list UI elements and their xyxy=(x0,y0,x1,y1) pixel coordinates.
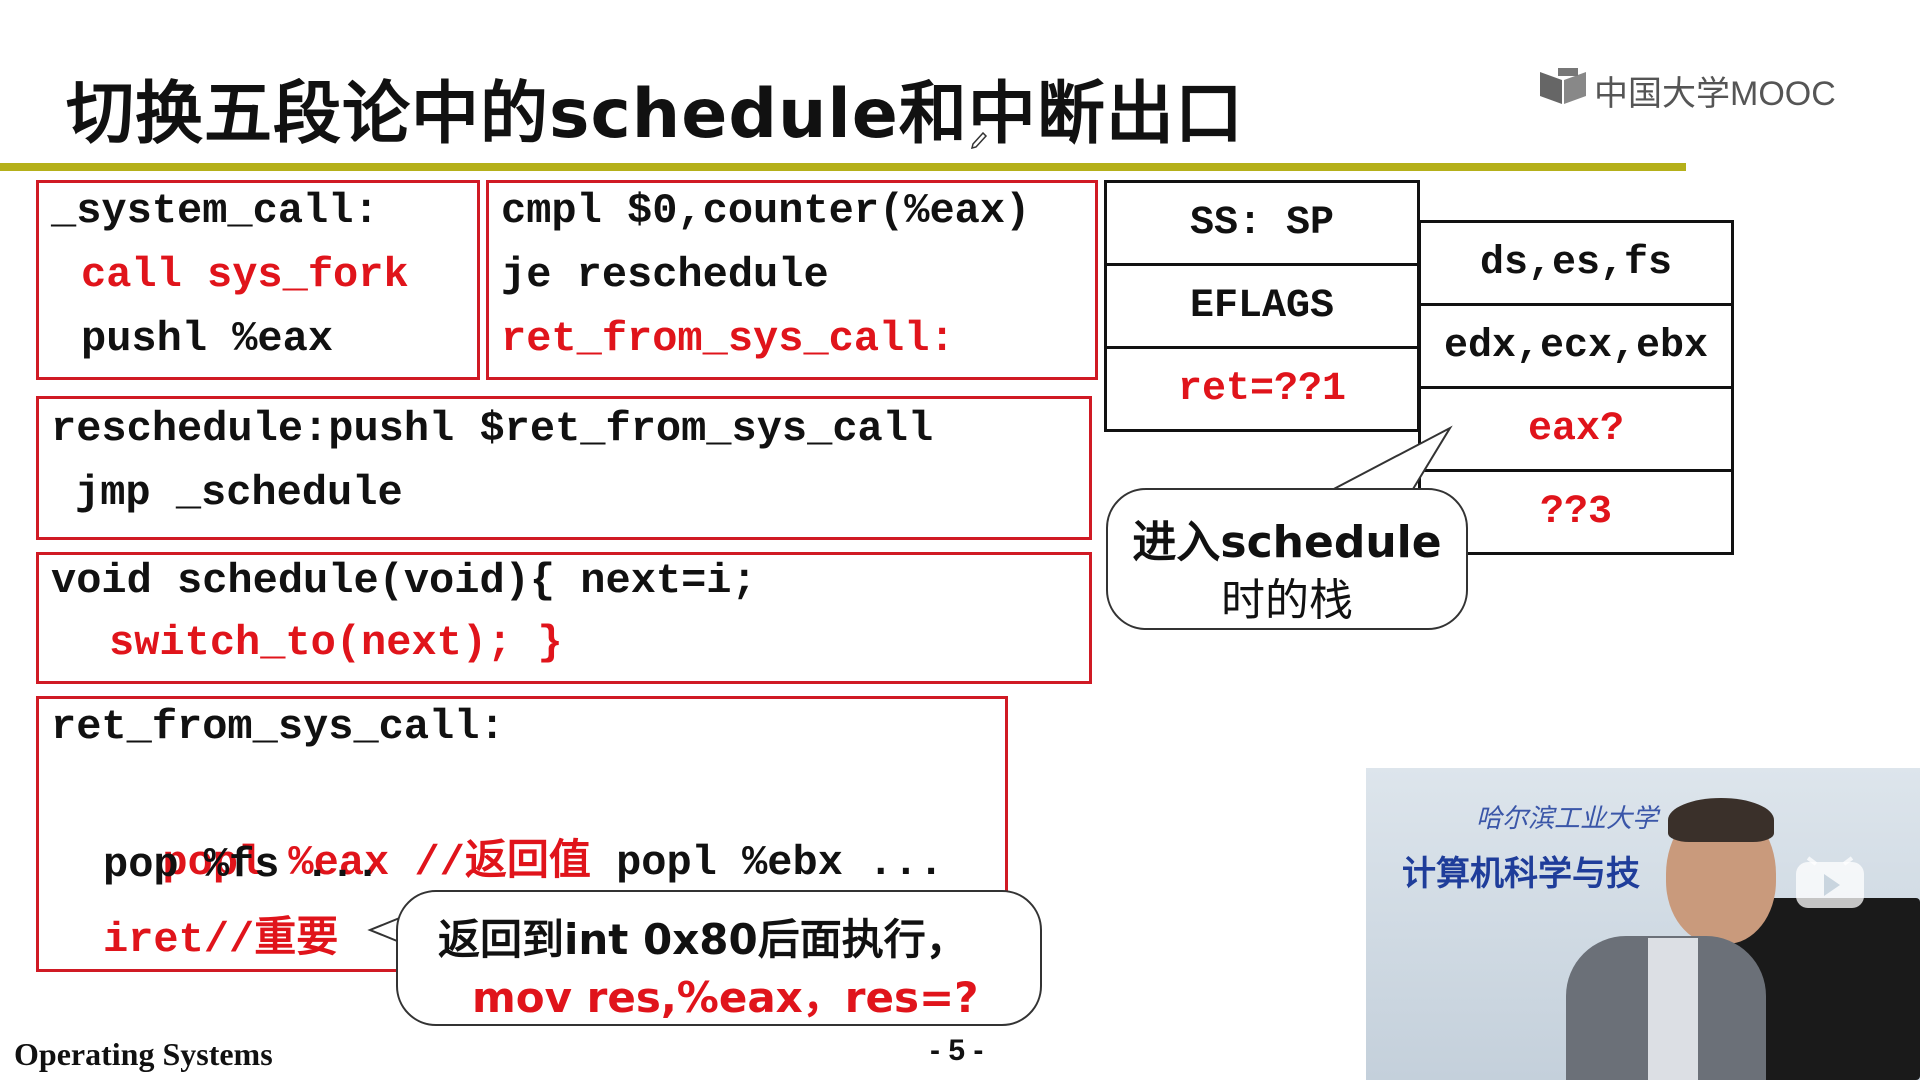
stack-cell: EFLAGS xyxy=(1104,263,1420,349)
mooc-logo: 中国大学MOOC xyxy=(1538,66,1836,115)
schedule-stack-callout: 进入schedule 时的栈 xyxy=(1106,488,1468,630)
code-line: ret_from_sys_call: xyxy=(501,315,955,363)
mooc-logo-icon xyxy=(1538,66,1588,115)
play-icon[interactable] xyxy=(1794,856,1866,912)
code-line: void schedule(void){ next=i; xyxy=(51,557,757,605)
return-note-callout: 返回到int 0x80后面执行， mov res,%eax，res=? xyxy=(396,890,1042,1026)
callout-line: mov res,%eax，res=? xyxy=(472,973,979,1022)
code-line: pop %fs ... xyxy=(103,841,381,889)
lecturer-shirt xyxy=(1648,938,1698,1080)
lecturer-hair xyxy=(1668,798,1774,842)
schedule-box: void schedule(void){ next=i; switch_to(n… xyxy=(36,552,1092,684)
code-line: _system_call: xyxy=(51,187,379,235)
code-line: reschedule:pushl $ret_from_sys_call xyxy=(51,405,934,453)
callout-line: 时的栈 xyxy=(1221,575,1353,626)
code-line: switch_to(next); } xyxy=(109,619,563,667)
title-rule xyxy=(0,163,1686,171)
cmpl-box: cmpl $0,counter(%eax) je reschedule ret_… xyxy=(486,180,1098,380)
popl-ebx-text: popl %ebx ... xyxy=(590,839,944,887)
code-line: call sys_fork xyxy=(81,251,409,299)
code-line: cmpl $0,counter(%eax) xyxy=(501,187,1031,235)
pen-cursor-icon xyxy=(970,131,988,150)
stack-cell: ret=??1 xyxy=(1104,346,1420,432)
code-line: ret_from_sys_call: xyxy=(51,703,505,751)
callout-line: 进入schedule xyxy=(1132,517,1442,568)
code-line: pushl %eax xyxy=(81,315,334,363)
lecturer-video[interactable]: 哈尔滨工业大学 计算机科学与技 xyxy=(1366,768,1920,1080)
footer-course: Operating Systems xyxy=(14,1036,273,1072)
stack-cell: ds,es,fs xyxy=(1418,220,1734,306)
page-number: - 5 - xyxy=(930,1034,984,1067)
code-line: iret//重要 xyxy=(103,916,339,964)
reschedule-box: reschedule:pushl $ret_from_sys_call jmp … xyxy=(36,396,1092,540)
school-name: 哈尔滨工业大学 xyxy=(1476,804,1659,834)
code-line: jmp _schedule xyxy=(75,469,403,517)
slide-title: 切换五段论中的schedule和中断出口 xyxy=(66,75,1244,154)
stack-cell: edx,ecx,ebx xyxy=(1418,303,1734,389)
callout-line: 返回到int 0x80后面执行， xyxy=(438,915,968,964)
mooc-logo-text: 中国大学MOOC xyxy=(1594,74,1836,113)
video-banner: 计算机科学与技 xyxy=(1402,854,1640,894)
system-call-box: _system_call: call sys_fork pushl %eax xyxy=(36,180,480,380)
stack-cell: SS: SP xyxy=(1104,180,1420,266)
code-line: je reschedule xyxy=(501,251,829,299)
